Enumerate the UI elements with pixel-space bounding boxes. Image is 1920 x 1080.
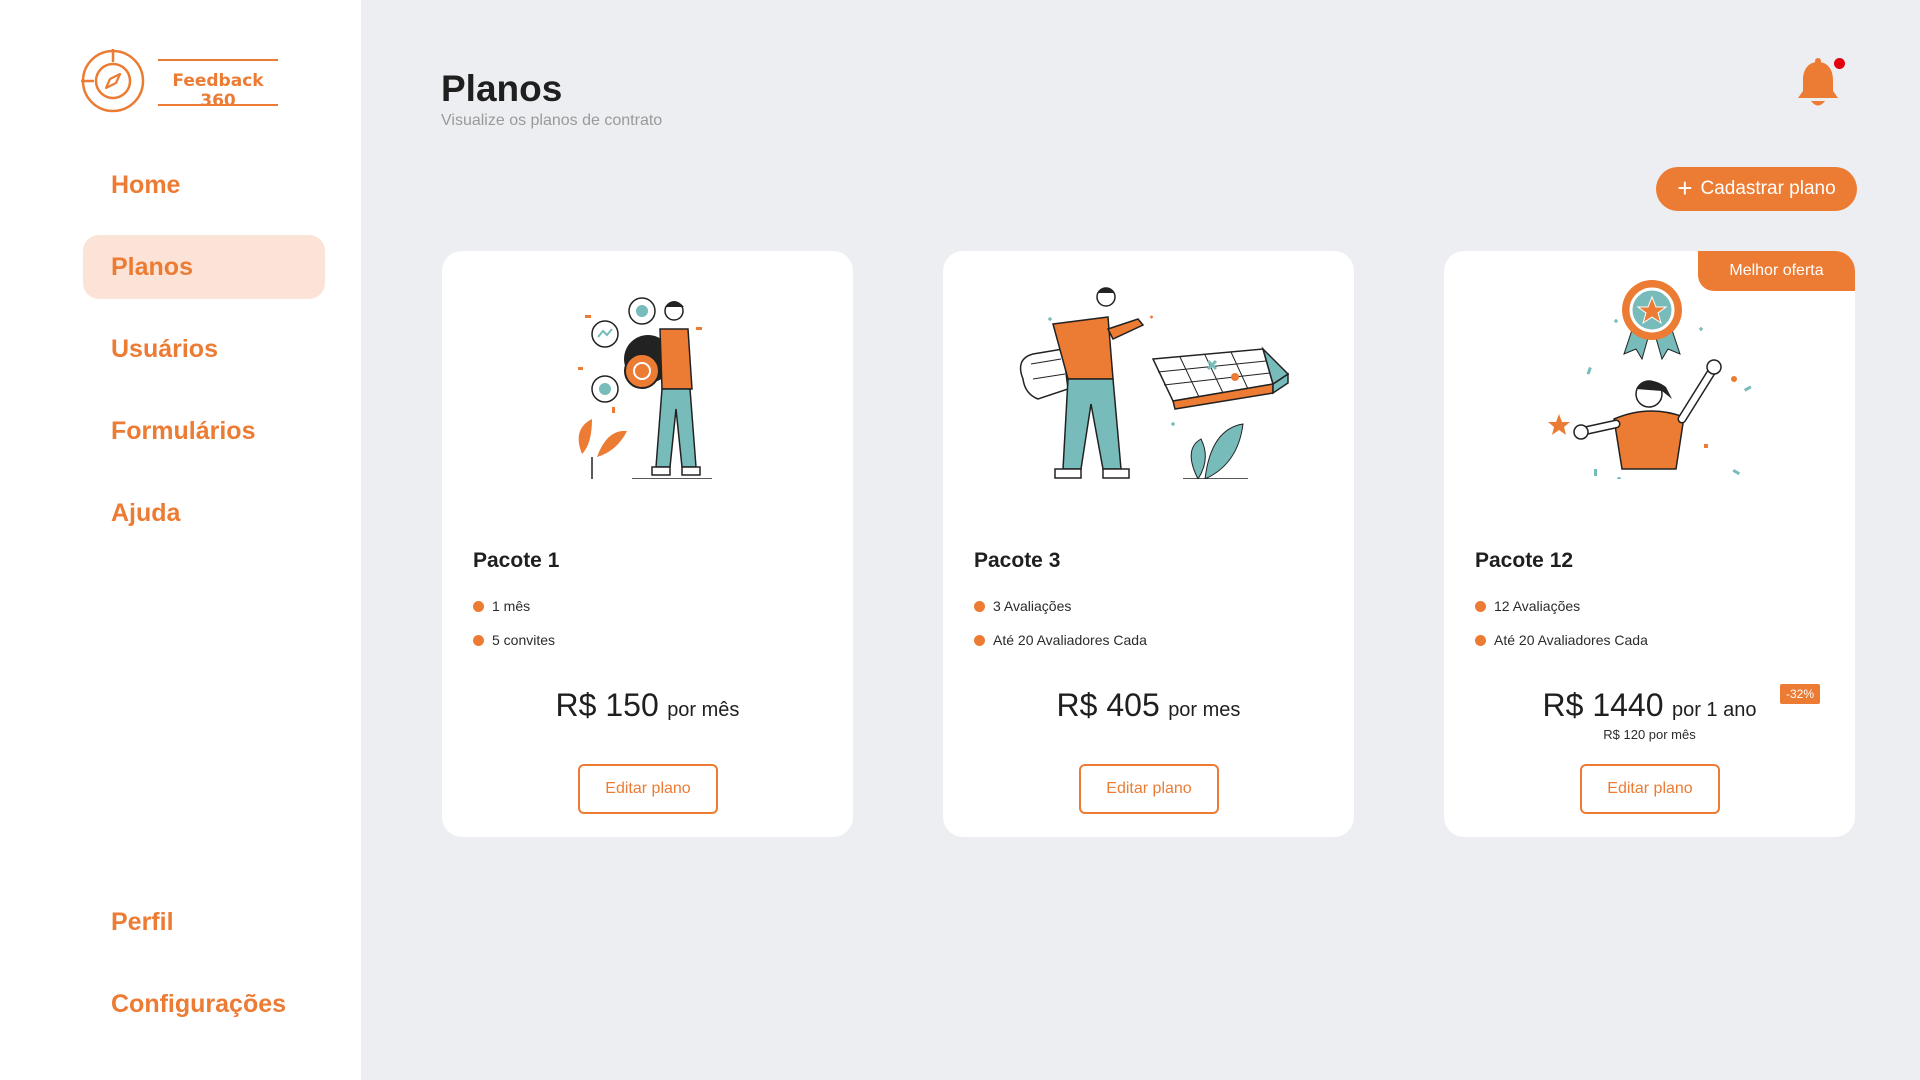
- edit-plan-button[interactable]: Editar plano: [578, 764, 718, 814]
- brand-logo[interactable]: Feedback 360: [80, 48, 278, 114]
- sidebar-item-planos[interactable]: Planos: [83, 235, 325, 299]
- plan-feature-label: 3 Avaliações: [993, 598, 1072, 614]
- sidebar-item-usuarios[interactable]: Usuários: [83, 317, 325, 381]
- edit-plan-button[interactable]: Editar plano: [1079, 764, 1219, 814]
- plan-price-amount: R$ 1440: [1542, 687, 1664, 723]
- add-plan-button[interactable]: + Cadastrar plano: [1656, 167, 1857, 211]
- plan-monthly-price: R$ 120 por mês: [1603, 727, 1696, 742]
- plan-price-period: por mês: [667, 699, 740, 721]
- plan-feature-label: Até 20 Avaliadores Cada: [1494, 632, 1648, 648]
- plan-price-period: por 1 ano: [1671, 699, 1757, 721]
- compass-logo-icon: [81, 49, 145, 113]
- bullet-dot: [473, 600, 484, 612]
- plan-price-period: por mes: [1168, 699, 1241, 721]
- sidebar: Feedback 360 Home Planos Usuários Formul…: [0, 0, 361, 1080]
- woman-with-medal-illustration: [1548, 280, 1752, 479]
- plan-price-amount: R$ 405: [1056, 687, 1160, 723]
- plan-feature: 1 mês: [473, 598, 530, 614]
- plan-title: Pacote 12: [1475, 549, 1574, 572]
- person-with-chess-board-illustration: [1019, 287, 1290, 479]
- plan-price: R$ 150 por mês: [442, 687, 853, 724]
- person-with-target-illustration: [578, 297, 712, 479]
- bullet-dot: [1475, 634, 1486, 646]
- plan-feature-label: 1 mês: [492, 598, 531, 614]
- plan-price-amount: R$ 150: [555, 687, 659, 723]
- plan-price: R$ 405 por mes: [943, 687, 1354, 724]
- page-subtitle: Visualize os planos de contrato: [441, 112, 663, 129]
- plan-card: Melhor oferta Pacote 12 12 Avaliações At…: [1444, 251, 1855, 837]
- bullet-dot: [974, 600, 985, 612]
- brand-line-top: [158, 59, 278, 61]
- bullet-dot: [1475, 600, 1486, 612]
- brand-line-bottom: [158, 104, 278, 106]
- plan-card: Pacote 3 3 Avaliações Até 20 Avaliadores…: [943, 251, 1354, 837]
- edit-plan-button[interactable]: Editar plano: [1580, 764, 1720, 814]
- plan-feature: Até 20 Avaliadores Cada: [1475, 632, 1648, 648]
- sidebar-item-formularios[interactable]: Formulários: [83, 399, 325, 463]
- notification-dot: [1834, 58, 1845, 69]
- plan-feature: Até 20 Avaliadores Cada: [974, 632, 1147, 648]
- page-title: Planos: [441, 68, 563, 109]
- plan-feature: 3 Avaliações: [974, 598, 1071, 614]
- bullet-dot: [473, 634, 484, 646]
- plan-feature: 5 convites: [473, 632, 555, 648]
- sidebar-item-ajuda[interactable]: Ajuda: [83, 481, 325, 545]
- plan-price: R$ 1440 por 1 ano: [1444, 687, 1855, 724]
- plan-title: Pacote 3: [974, 549, 1061, 572]
- plan-feature-label: Até 20 Avaliadores Cada: [993, 632, 1147, 648]
- plan-feature: 12 Avaliações: [1475, 598, 1580, 614]
- plus-icon: +: [1677, 172, 1693, 203]
- sidebar-item-configuracoes[interactable]: Configurações: [83, 972, 325, 1036]
- sidebar-item-perfil[interactable]: Perfil: [83, 890, 325, 954]
- plan-feature-label: 12 Avaliações: [1494, 598, 1581, 614]
- plan-card: Pacote 1 1 mês 5 convites R$ 150 por mês…: [442, 251, 853, 837]
- brand-name-wrap: Feedback 360: [158, 57, 278, 111]
- sidebar-item-home[interactable]: Home: [83, 153, 325, 217]
- bullet-dot: [974, 634, 985, 646]
- plan-title: Pacote 1: [473, 549, 560, 572]
- plan-feature-label: 5 convites: [492, 632, 556, 648]
- add-plan-label: Cadastrar plano: [1700, 178, 1836, 199]
